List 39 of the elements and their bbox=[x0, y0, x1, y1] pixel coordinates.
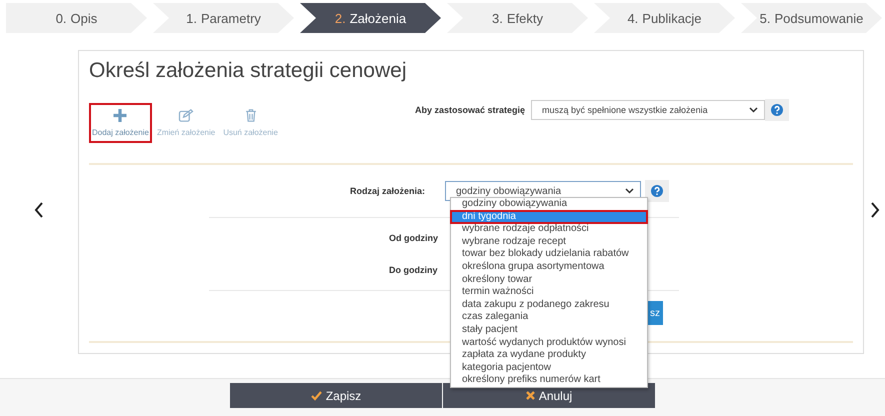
dropdown-option[interactable]: wybrane rodzaje recept bbox=[451, 236, 647, 248]
help-icon[interactable] bbox=[771, 104, 783, 116]
type-label: Rodzaj założenia: bbox=[350, 186, 425, 196]
save-button[interactable]: Zapisz bbox=[230, 383, 442, 408]
dropdown-option[interactable]: zapłata za wydane produkty bbox=[451, 349, 647, 362]
dropdown-option[interactable]: czas zalegania bbox=[451, 311, 647, 324]
field-label: Od godziny bbox=[389, 233, 438, 243]
caret-icon bbox=[749, 107, 758, 113]
caret-icon bbox=[625, 188, 634, 194]
field-label: Do godziny bbox=[389, 265, 438, 275]
add-button[interactable]: Dodaj założenie bbox=[89, 103, 152, 143]
dropdown-option[interactable]: wybrane rodzaje odpłatności bbox=[451, 223, 647, 236]
dropdown-option[interactable]: kategoria pacjentow bbox=[451, 362, 647, 374]
help-icon[interactable] bbox=[651, 185, 663, 197]
chevron-right-icon[interactable] bbox=[870, 202, 880, 218]
strategy-select[interactable]: muszą być spełnione wszystkie założenia bbox=[531, 100, 765, 120]
wizard-step[interactable]: 5. Podsumowanie bbox=[741, 3, 882, 33]
dropdown-option[interactable]: towar bez blokady udzielania rabatów bbox=[451, 248, 647, 261]
dropdown-option[interactable]: określony towar bbox=[451, 274, 647, 286]
wizard-step[interactable]: 1. Parametry bbox=[153, 3, 294, 33]
plus-icon bbox=[112, 109, 128, 122]
dropdown-option[interactable]: termin ważności bbox=[451, 286, 647, 299]
trash-icon bbox=[244, 109, 258, 122]
check-icon bbox=[310, 390, 322, 400]
chevron-left-icon[interactable] bbox=[34, 202, 44, 218]
edit-icon bbox=[177, 109, 196, 122]
wizard-step[interactable]: 3. Efekty bbox=[447, 3, 588, 33]
dropdown-option[interactable]: godziny obowiązywania bbox=[451, 198, 647, 211]
wizard-step[interactable]: 0. Opis bbox=[6, 3, 147, 33]
page-title: Określ założenia strategii cenowej bbox=[89, 59, 408, 83]
wizard-step[interactable]: 2. Założenia bbox=[300, 3, 441, 33]
dropdown-option[interactable]: stały pacjent bbox=[451, 324, 647, 337]
close-icon bbox=[526, 391, 535, 400]
strategy-label: Aby zastosować strategię bbox=[415, 105, 526, 115]
wizard-step[interactable]: 4. Publikacje bbox=[594, 3, 735, 33]
dropdown-option[interactable]: wartość wydanych produktów wynosi bbox=[451, 336, 647, 350]
dropdown-option[interactable]: określona grupa asortymentowa bbox=[451, 260, 647, 274]
dropdown-option[interactable]: data zakupu z podanego zakresu bbox=[451, 298, 647, 312]
dropdown-option[interactable]: dni tygodnia bbox=[451, 210, 647, 224]
